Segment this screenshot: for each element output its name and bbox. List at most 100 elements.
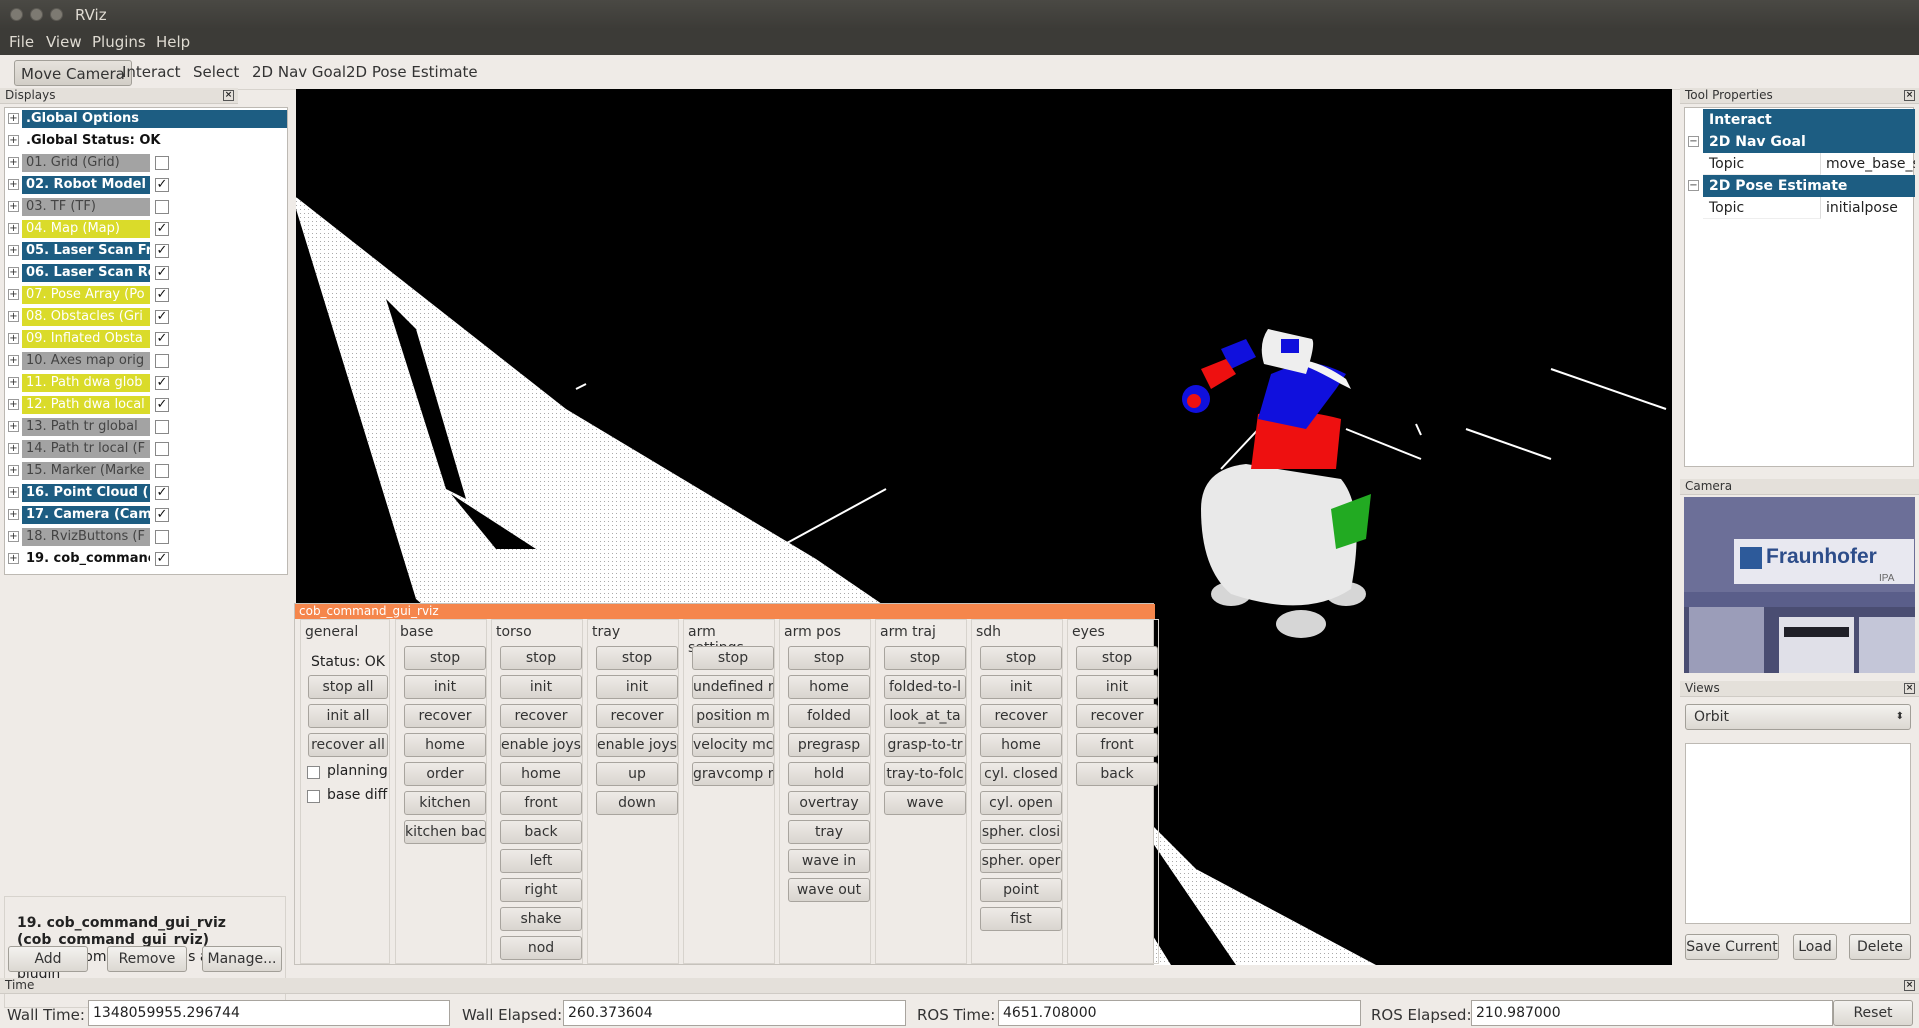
torso-right-button[interactable]: right [500,878,582,902]
arm-pos-wave-in-button[interactable]: wave in [788,849,870,873]
display-item[interactable]: +01. Grid (Grid) [5,154,289,172]
arm-traj-wave-button[interactable]: wave [884,791,966,815]
menu-plugins[interactable]: Plugins [92,33,146,51]
torso-home-button[interactable]: home [500,762,582,786]
arm-pos-overtray-button[interactable]: overtray [788,791,870,815]
eyes-front-button[interactable]: front [1076,733,1158,757]
torso-init-button[interactable]: init [500,675,582,699]
wall-time-field[interactable]: 1348059955.296744 [88,1000,450,1026]
expand-icon[interactable]: + [8,179,19,190]
display-item[interactable]: +16. Point Cloud (✓ [5,484,289,502]
torso-nod-button[interactable]: nod [500,936,582,960]
display-enabled-checkbox[interactable]: ✓ [155,244,169,258]
tool-property-row[interactable]: −2D Nav Goal [1685,131,1915,153]
tool-property-row[interactable]: −2D Pose Estimate [1685,175,1915,197]
tray-recover-button[interactable]: recover [596,704,678,728]
tool-interact[interactable]: Interact [122,63,181,81]
eyes-stop-button[interactable]: stop [1076,646,1158,670]
display-item[interactable]: +14. Path tr local (F [5,440,289,458]
delete-button[interactable]: Delete [1849,934,1911,960]
display-enabled-checkbox[interactable]: ✓ [155,288,169,302]
expand-icon[interactable]: + [8,113,19,124]
expand-icon[interactable]: + [8,399,19,410]
sdh-spher-oper-button[interactable]: spher. oper [980,849,1062,873]
display-enabled-checkbox[interactable]: ✓ [155,552,169,566]
arm-pos-folded-button[interactable]: folded [788,704,870,728]
display-enabled-checkbox[interactable]: ✓ [155,398,169,412]
tool-2d-pose-estimate[interactable]: 2D Pose Estimate [346,63,478,81]
display-enabled-checkbox[interactable]: ✓ [155,222,169,236]
reset-button[interactable]: Reset [1833,1000,1913,1026]
display-item[interactable]: +04. Map (Map) ✓ [5,220,289,238]
base-stop-button[interactable]: stop [404,646,486,670]
close-icon[interactable]: × [1904,90,1915,101]
recover-all-button[interactable]: recover all [308,733,388,757]
sdh-cyl-closed-button[interactable]: cyl. closed [980,762,1062,786]
display-item[interactable]: + .Global Options [5,110,289,128]
manage-button[interactable]: Manage... [202,946,282,972]
tool-move-camera[interactable]: Move Camera [14,60,132,86]
sdh-fist-button[interactable]: fist [980,907,1062,931]
arm-traj-grasp-to-tr-button[interactable]: grasp-to-tr [884,733,966,757]
arm-settings-undefined-r-button[interactable]: undefined r [692,675,774,699]
views-list[interactable] [1685,743,1911,924]
expand-icon[interactable]: + [8,333,19,344]
view-type-select[interactable]: Orbit ⬍ [1685,704,1911,730]
wall-elapsed-field[interactable]: 260.373604 [563,1000,906,1026]
tray-up-button[interactable]: up [596,762,678,786]
tool-property-row[interactable]: Topicmove_base_simp [1685,153,1915,175]
display-enabled-checkbox[interactable] [155,200,169,214]
expand-icon[interactable]: + [8,377,19,388]
arm-settings-position-m-button[interactable]: position m [692,704,774,728]
sdh-recover-button[interactable]: recover [980,704,1062,728]
expand-icon[interactable]: + [8,223,19,234]
arm-settings-velocity-mc-button[interactable]: velocity mc [692,733,774,757]
base-home-button[interactable]: home [404,733,486,757]
arm-traj-folded-to-l-button[interactable]: folded-to-l [884,675,966,699]
arm-traj-stop-button[interactable]: stop [884,646,966,670]
expand-icon[interactable]: + [8,443,19,454]
stop-all-button[interactable]: stop all [308,675,388,699]
tray-enable-joys-button[interactable]: enable joys [596,733,678,757]
display-item[interactable]: +02. Robot Model ✓ [5,176,289,194]
arm-pos-wave-out-button[interactable]: wave out [788,878,870,902]
close-icon[interactable]: × [223,90,234,101]
display-item[interactable]: +09. Inflated Obsta ✓ [5,330,289,348]
expand-icon[interactable]: + [8,487,19,498]
maximize-window-icon[interactable] [50,8,63,21]
display-item[interactable]: +08. Obstacles (Gri ✓ [5,308,289,326]
arm-pos-home-button[interactable]: home [788,675,870,699]
torso-back-button[interactable]: back [500,820,582,844]
close-icon[interactable]: × [1904,980,1915,991]
display-item[interactable]: +06. Laser Scan Re ✓ [5,264,289,282]
ros-elapsed-field[interactable]: 210.987000 [1471,1000,1833,1026]
base-init-button[interactable]: init [404,675,486,699]
base-kitchen-button[interactable]: kitchen [404,791,486,815]
display-enabled-checkbox[interactable]: ✓ [155,310,169,324]
display-enabled-checkbox[interactable]: ✓ [155,332,169,346]
sdh-spher-closi-button[interactable]: spher. closi [980,820,1062,844]
sdh-point-button[interactable]: point [980,878,1062,902]
expand-icon[interactable]: + [8,289,19,300]
add-button[interactable]: Add [8,946,88,972]
display-enabled-checkbox[interactable] [155,156,169,170]
torso-front-button[interactable]: front [500,791,582,815]
tool-property-value[interactable]: initialpose [1822,197,1915,219]
expand-icon[interactable]: + [8,267,19,278]
expand-icon[interactable]: + [8,311,19,322]
sdh-stop-button[interactable]: stop [980,646,1062,670]
expand-icon[interactable]: + [8,201,19,212]
display-item[interactable]: +13. Path tr global [5,418,289,436]
display-item[interactable]: +12. Path dwa local ✓ [5,396,289,414]
expand-icon[interactable]: + [8,355,19,366]
display-item[interactable]: +10. Axes map orig [5,352,289,370]
display-enabled-checkbox[interactable]: ✓ [155,508,169,522]
display-enabled-checkbox[interactable] [155,530,169,544]
collapse-icon[interactable]: − [1688,136,1699,147]
tool-2d-nav-goal[interactable]: 2D Nav Goal [252,63,346,81]
minimize-window-icon[interactable] [30,8,43,21]
display-item[interactable]: +19. cob_commanc ✓ [5,550,289,568]
display-enabled-checkbox[interactable]: ✓ [155,178,169,192]
expand-icon[interactable]: + [8,553,19,564]
display-item[interactable]: +15. Marker (Marke [5,462,289,480]
